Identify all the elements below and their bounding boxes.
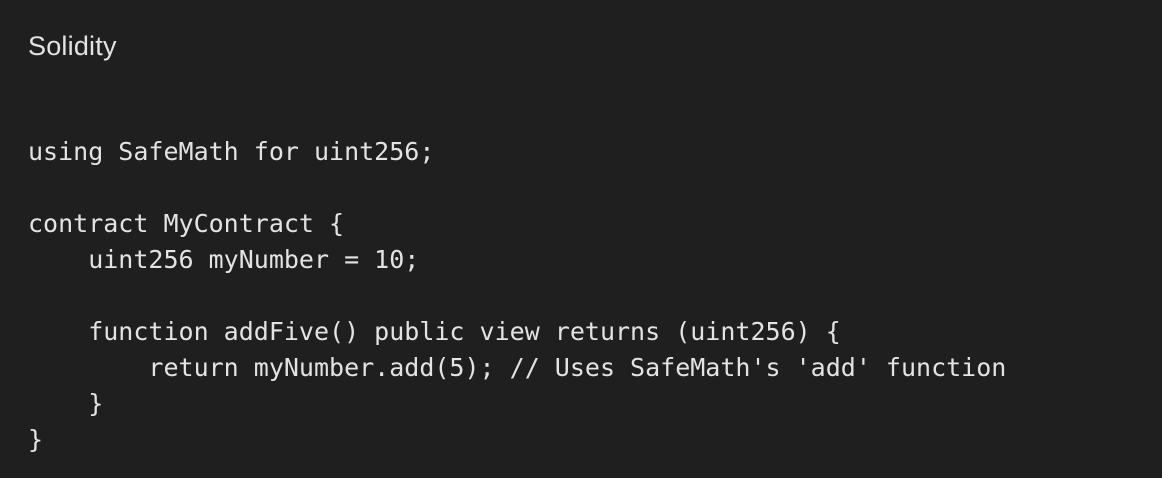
- code-line: return myNumber.add(5); // Uses SafeMath…: [28, 353, 1007, 382]
- code-line: }: [28, 425, 44, 454]
- code-card: Solidity using SafeMath for uint256; cont…: [0, 0, 1162, 478]
- code-line: uint256 myNumber = 10;: [28, 245, 420, 274]
- code-line: function addFive() public view returns (…: [28, 317, 841, 346]
- language-label: Solidity: [28, 31, 117, 61]
- code-line: contract MyContract {: [28, 209, 345, 238]
- code-block[interactable]: using SafeMath for uint256; contract MyCo…: [28, 134, 1006, 458]
- code-line: }: [28, 389, 104, 418]
- code-line: using SafeMath for uint256;: [28, 137, 435, 166]
